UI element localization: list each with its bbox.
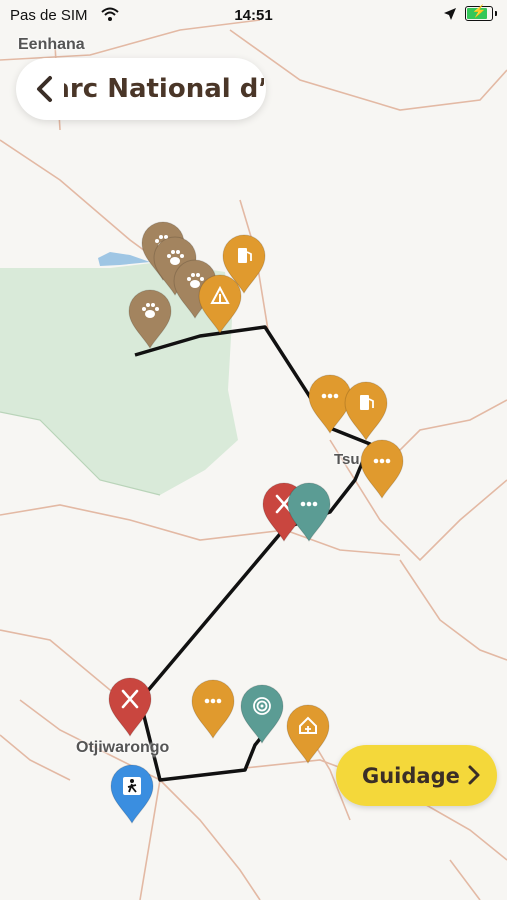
map-marker-more[interactable] bbox=[360, 439, 404, 499]
place-label-otjiwarongo: Otjiwarongo bbox=[76, 739, 170, 756]
page-title: Parc National d’Etosha bbox=[64, 74, 264, 104]
map-marker-more[interactable] bbox=[191, 679, 235, 739]
place-label-eenhana: Eenhana bbox=[18, 36, 85, 53]
chevron-right-icon bbox=[468, 765, 480, 785]
map-marker-spiral[interactable] bbox=[240, 684, 284, 744]
map-marker-fuel[interactable] bbox=[344, 381, 388, 441]
guidance-button[interactable]: Guidage bbox=[336, 745, 497, 806]
more-icon bbox=[300, 501, 318, 507]
back-button[interactable] bbox=[30, 74, 58, 104]
place-label-tsu: Tsu bbox=[334, 451, 360, 468]
guidance-button-label: Guidage bbox=[362, 763, 460, 788]
location-arrow-icon bbox=[444, 7, 456, 20]
map-marker-lodge[interactable] bbox=[286, 704, 330, 764]
battery-tip bbox=[495, 11, 497, 16]
more-icon bbox=[204, 698, 222, 704]
title-bar: Parc National d’Etosha bbox=[16, 58, 266, 120]
more-icon bbox=[373, 458, 391, 464]
status-bar: Pas de SIM 14:51 ⚡ bbox=[0, 0, 507, 30]
battery-icon: ⚡ bbox=[465, 4, 493, 21]
map-marker-more[interactable] bbox=[287, 482, 331, 542]
water-body bbox=[98, 252, 150, 266]
clock: 14:51 bbox=[234, 7, 273, 24]
hiker-icon bbox=[123, 777, 141, 795]
map-marker-restaurant[interactable] bbox=[108, 677, 152, 737]
more-icon bbox=[321, 393, 339, 399]
map-marker-hiker[interactable] bbox=[110, 764, 154, 824]
